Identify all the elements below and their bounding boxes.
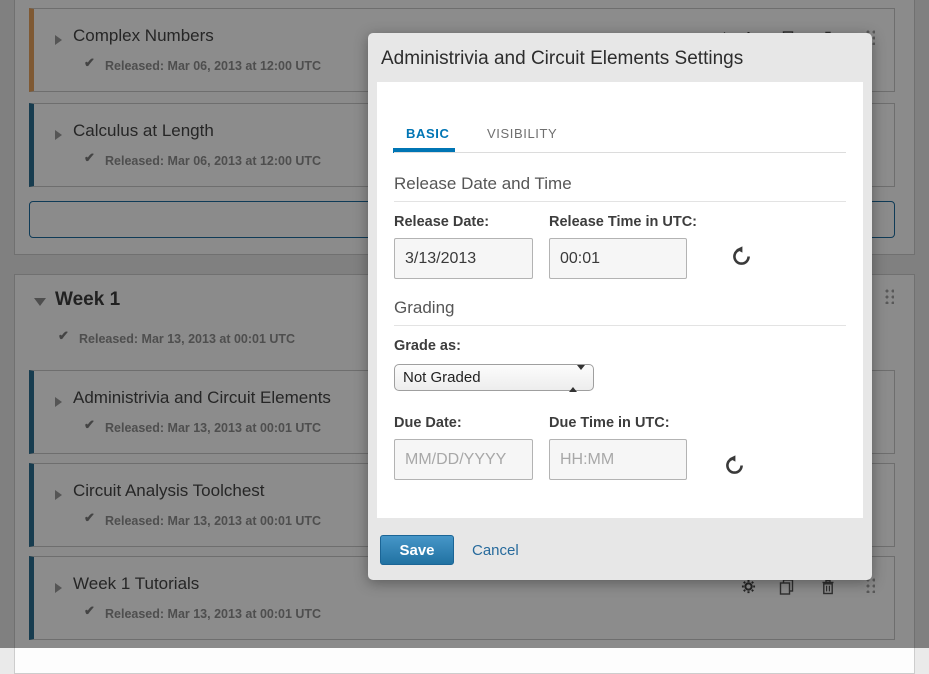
tab-basic[interactable]: BASIC bbox=[406, 126, 449, 141]
save-button[interactable]: Save bbox=[380, 535, 454, 565]
release-divider bbox=[394, 201, 846, 202]
grade-as-select[interactable]: Not Graded bbox=[394, 364, 594, 391]
due-date-input[interactable] bbox=[394, 439, 533, 480]
modal-title: Administrivia and Circuit Elements Setti… bbox=[381, 33, 743, 82]
grading-divider bbox=[394, 325, 846, 326]
reset-release-icon[interactable] bbox=[731, 246, 752, 267]
due-time-label: Due Time in UTC: bbox=[549, 415, 670, 431]
grading-section-heading: Grading bbox=[394, 298, 454, 318]
release-date-label: Release Date: bbox=[394, 214, 489, 230]
release-date-input[interactable] bbox=[394, 238, 533, 279]
reset-due-icon[interactable] bbox=[724, 455, 745, 476]
due-date-label: Due Date: bbox=[394, 415, 462, 431]
grade-as-label: Grade as: bbox=[394, 338, 461, 354]
release-time-label: Release Time in UTC: bbox=[549, 214, 697, 230]
subsection-settings-modal: Administrivia and Circuit Elements Setti… bbox=[368, 33, 872, 580]
modal-body: BASIC VISIBILITY Release Date and Time R… bbox=[377, 82, 863, 518]
cancel-link[interactable]: Cancel bbox=[472, 542, 519, 559]
tab-visibility[interactable]: VISIBILITY bbox=[487, 126, 557, 141]
due-time-input[interactable] bbox=[549, 439, 687, 480]
release-time-input[interactable] bbox=[549, 238, 687, 279]
tabs-divider bbox=[394, 152, 846, 153]
grade-select-wrap: Not Graded bbox=[394, 364, 594, 391]
release-section-heading: Release Date and Time bbox=[394, 174, 572, 194]
